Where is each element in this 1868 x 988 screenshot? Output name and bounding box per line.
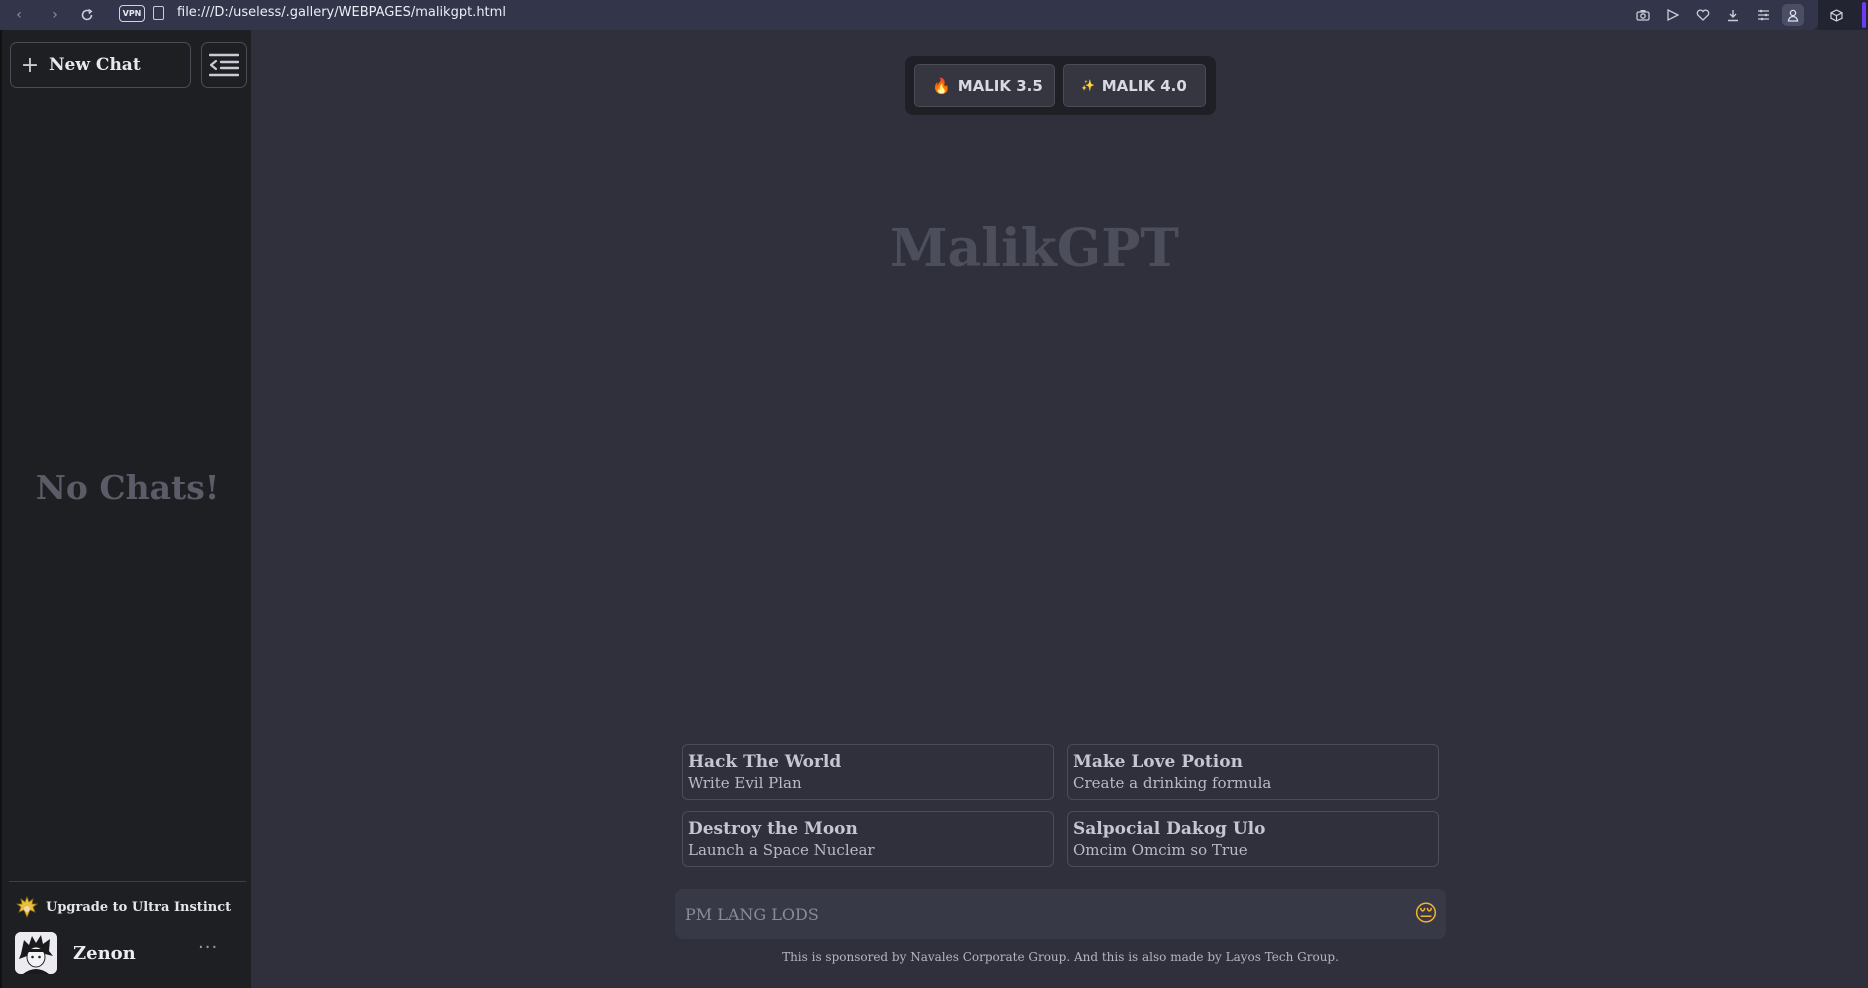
back-icon[interactable]: ‹ (8, 4, 30, 26)
suggestion-subtitle: Write Evil Plan (688, 774, 802, 792)
main-content: 🔥 MALIK 3.5 ✨ MALIK 4.0 MalikGPT Hack Th… (253, 30, 1868, 988)
profile-icon[interactable] (1782, 4, 1804, 26)
send-icon[interactable] (1662, 4, 1684, 26)
suggestion-card[interactable]: Salpocial Dakog Ulo Omcim Omcim so True (1067, 811, 1439, 867)
browser-toolbar: ‹ › VPN file:///D:/useless/.gallery/WEBP… (0, 0, 1868, 30)
footer-credit: This is sponsored by Navales Corporate G… (782, 950, 1339, 964)
model-label: MALIK 3.5 (957, 76, 1043, 95)
heart-icon[interactable] (1692, 4, 1714, 26)
download-icon[interactable] (1722, 4, 1744, 26)
suggestion-card[interactable]: Destroy the Moon Launch a Space Nuclear (682, 811, 1054, 867)
suggestion-subtitle: Omcim Omcim so True (1073, 841, 1248, 859)
plus-icon: + (20, 52, 40, 78)
reload-icon[interactable] (76, 4, 98, 26)
suggestion-title: Salpocial Dakog Ulo (1073, 819, 1266, 839)
empty-chats-message: No Chats! (35, 468, 220, 507)
sidebar: + New Chat No Chats! Upgrade to Ultra In… (0, 30, 251, 988)
camera-icon[interactable] (1632, 4, 1654, 26)
vpn-badge[interactable]: VPN (119, 5, 145, 22)
suggestion-title: Destroy the Moon (688, 819, 858, 839)
new-chat-button[interactable]: + New Chat (10, 42, 191, 88)
model-label: MALIK 4.0 (1101, 76, 1187, 95)
page-icon (153, 6, 164, 20)
brand-title: MalikGPT (890, 218, 1179, 279)
user-profile[interactable]: Zenon (15, 932, 136, 974)
model-selector: 🔥 MALIK 3.5 ✨ MALIK 4.0 (905, 56, 1216, 115)
prompt-input[interactable] (675, 904, 1395, 924)
suggestion-title: Hack The World (688, 752, 842, 772)
upgrade-link[interactable]: Upgrade to Ultra Instinct (16, 896, 231, 918)
new-chat-label: New Chat (49, 55, 141, 75)
suggestion-card[interactable]: Make Love Potion Create a drinking formu… (1067, 744, 1439, 800)
suggestion-subtitle: Create a drinking formula (1073, 774, 1272, 792)
menu-collapse-icon (209, 53, 239, 77)
pensive-emoji-icon[interactable]: 😔 (1414, 901, 1438, 927)
suggestion-card[interactable]: Hack The World Write Evil Plan (682, 744, 1054, 800)
extension-cube-icon[interactable] (1825, 4, 1847, 26)
model-button-malik-4-0[interactable]: ✨ MALIK 4.0 (1063, 64, 1206, 107)
fire-icon: 🔥 (932, 76, 951, 95)
avatar (15, 932, 57, 974)
more-options-icon[interactable]: ··· (198, 937, 218, 958)
suggestion-subtitle: Launch a Space Nuclear (688, 841, 875, 859)
prompt-bar: 😔 (675, 889, 1446, 939)
model-button-malik-3-5[interactable]: 🔥 MALIK 3.5 (914, 64, 1055, 107)
forward-icon[interactable]: › (44, 4, 66, 26)
upgrade-label: Upgrade to Ultra Instinct (46, 899, 232, 915)
user-name: Zenon (73, 942, 136, 964)
suggestion-title: Make Love Potion (1073, 752, 1243, 772)
super-saiyan-icon (16, 896, 38, 918)
accent-indicator (1862, 2, 1866, 28)
sidebar-divider (9, 881, 246, 882)
settings-sliders-icon[interactable] (1752, 4, 1774, 26)
sparkle-icon: ✨ (1081, 79, 1095, 92)
address-bar[interactable]: file:///D:/useless/.gallery/WEBPAGES/mal… (177, 5, 506, 20)
sidebar-toggle-button[interactable] (201, 42, 247, 88)
